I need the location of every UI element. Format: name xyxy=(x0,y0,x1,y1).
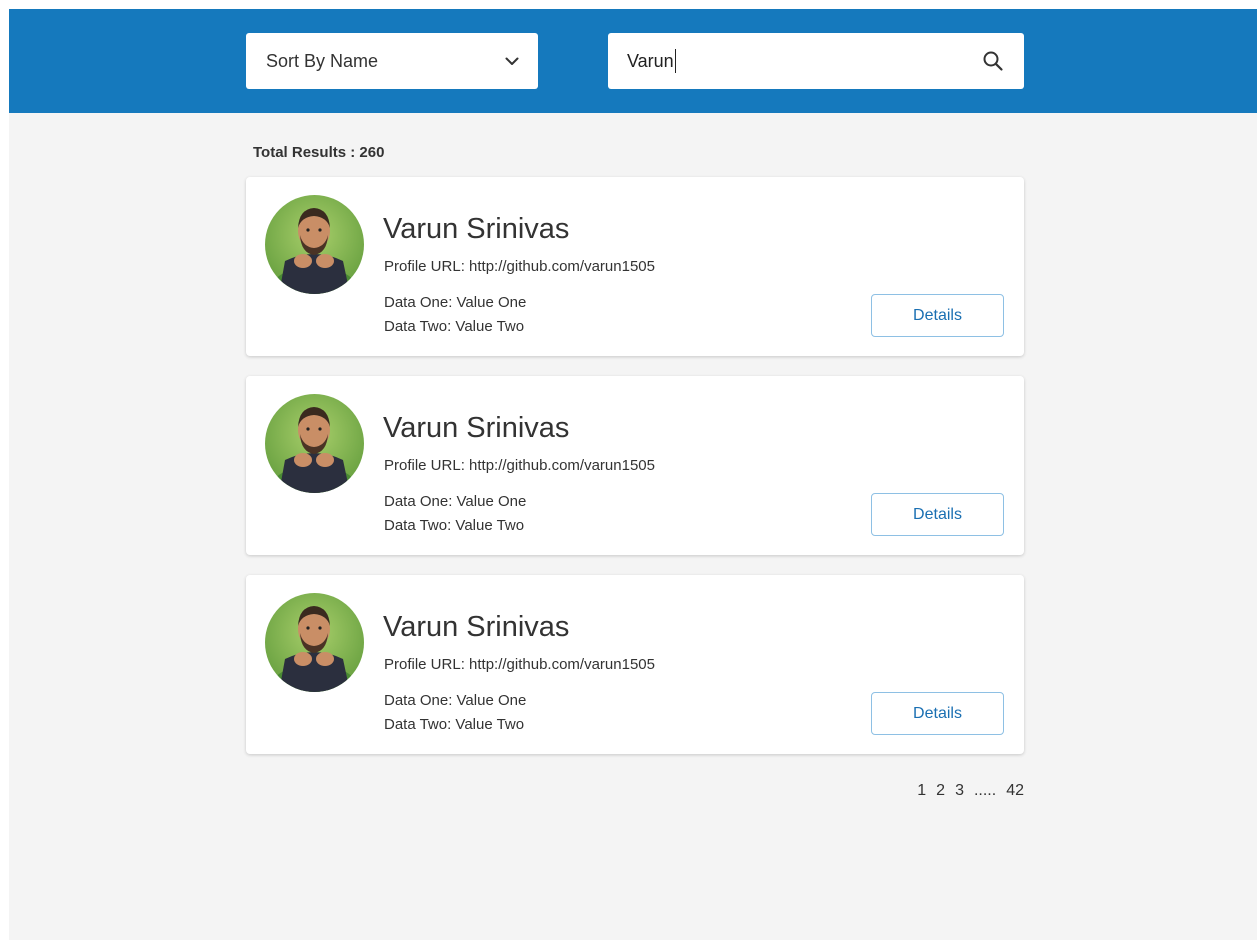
data-one: Data One: Value One xyxy=(384,692,527,709)
details-button[interactable]: Details xyxy=(871,493,1004,536)
result-card: Varun Srinivas Profile URL: http://githu… xyxy=(246,376,1024,555)
search-input-value: Varun xyxy=(627,50,674,71)
avatar xyxy=(265,593,364,692)
page-link-1[interactable]: 1 xyxy=(917,782,926,800)
search-box[interactable]: Varun xyxy=(608,33,1024,89)
details-button[interactable]: Details xyxy=(871,294,1004,337)
profile-name: Varun Srinivas xyxy=(383,412,570,444)
sort-dropdown-label: Sort By Name xyxy=(266,50,379,71)
profile-url: Profile URL: http://github.com/varun1505 xyxy=(384,656,655,673)
page-link-2[interactable]: 2 xyxy=(936,782,945,800)
result-card: Varun Srinivas Profile URL: http://githu… xyxy=(246,575,1024,754)
total-results: Total Results : 260 xyxy=(253,144,385,161)
chevron-down-icon xyxy=(504,53,520,69)
page-link-last[interactable]: 42 xyxy=(1006,782,1024,800)
sort-dropdown[interactable]: Sort By Name xyxy=(246,33,538,89)
search-input[interactable]: Varun xyxy=(627,49,982,73)
result-card: Varun Srinivas Profile URL: http://githu… xyxy=(246,177,1024,356)
pagination: 1 2 3 ..... 42 xyxy=(917,782,1024,800)
profile-url: Profile URL: http://github.com/varun1505 xyxy=(384,258,655,275)
data-two: Data Two: Value Two xyxy=(384,716,525,733)
pagination-ellipsis: ..... xyxy=(973,782,997,799)
data-one: Data One: Value One xyxy=(384,493,527,510)
profile-name: Varun Srinivas xyxy=(383,213,570,245)
text-caret xyxy=(674,49,676,73)
page: Sort By Name Varun Total Results : 260 V… xyxy=(9,9,1257,940)
avatar xyxy=(265,394,364,493)
data-two: Data Two: Value Two xyxy=(384,318,525,335)
data-one: Data One: Value One xyxy=(384,294,527,311)
search-icon[interactable] xyxy=(982,50,1004,72)
top-bar: Sort By Name Varun xyxy=(9,9,1257,113)
data-two: Data Two: Value Two xyxy=(384,517,525,534)
avatar xyxy=(265,195,364,294)
details-button[interactable]: Details xyxy=(871,692,1004,735)
profile-url: Profile URL: http://github.com/varun1505 xyxy=(384,457,655,474)
page-link-3[interactable]: 3 xyxy=(955,782,964,800)
profile-name: Varun Srinivas xyxy=(383,611,570,643)
